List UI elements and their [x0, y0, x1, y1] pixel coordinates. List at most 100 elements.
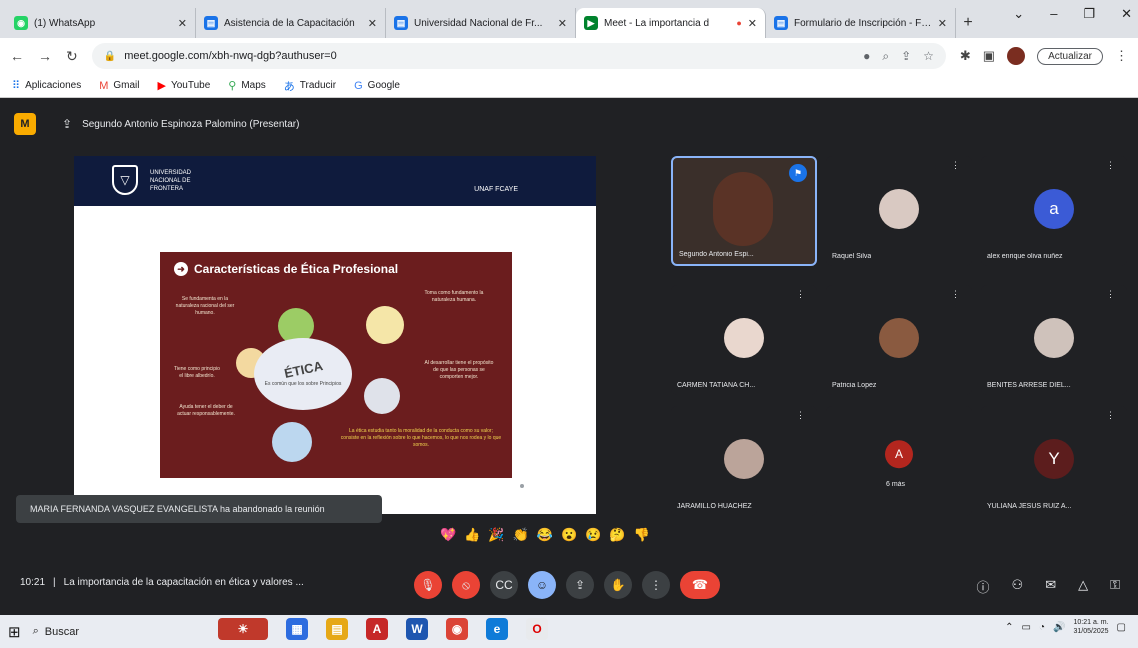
- chat-icon[interactable]: ✉: [1045, 577, 1056, 596]
- participant-tile[interactable]: ⋮ BENITES ARRESE DIEL...: [981, 285, 1127, 395]
- forms-icon: ▤: [204, 16, 218, 30]
- participant-tile[interactable]: ⚑ Segundo Antonio Espi...: [671, 156, 817, 266]
- participant-tile[interactable]: ⋮ Raquel Silva: [826, 156, 972, 266]
- taskbar-search[interactable]: ⌕ Buscar: [33, 625, 183, 638]
- leave-call-button[interactable]: ☎: [680, 571, 720, 599]
- url-field[interactable]: 🔒 meet.google.com/xbh-nwq-dgb?authuser=0…: [91, 43, 946, 69]
- file-explorer-icon[interactable]: ▤: [326, 618, 348, 640]
- reload-icon[interactable]: ↻: [66, 48, 78, 65]
- close-window-icon[interactable]: ✕: [1121, 6, 1132, 22]
- more-options-button[interactable]: ⋮: [642, 571, 670, 599]
- reaction-laugh-button[interactable]: 😂: [537, 527, 553, 543]
- more-options-icon[interactable]: ⋮: [796, 289, 805, 300]
- windows-start-icon[interactable]: ⊞: [8, 623, 21, 641]
- chevron-up-icon[interactable]: ⌃: [1005, 622, 1013, 633]
- close-icon[interactable]: ✕: [748, 17, 757, 30]
- captions-button[interactable]: CC: [490, 571, 518, 599]
- volume-icon[interactable]: 🔊: [1053, 622, 1065, 633]
- update-button[interactable]: Actualizar: [1037, 47, 1103, 65]
- reaction-thumbsdown-button[interactable]: 👎: [634, 527, 650, 543]
- notifications-icon[interactable]: ▢: [1117, 622, 1126, 633]
- reaction-party-button[interactable]: 🎉: [488, 527, 504, 543]
- participant-name: 6 más: [886, 481, 906, 488]
- camera-indicator-icon[interactable]: ●: [863, 49, 870, 64]
- close-icon[interactable]: ✕: [558, 17, 567, 30]
- close-icon[interactable]: ✕: [938, 17, 947, 30]
- browser-tab[interactable]: ▤ Universidad Nacional de Fr... ✕: [386, 8, 576, 38]
- youtube-icon: ▶: [157, 80, 166, 92]
- bookmark-translate[interactable]: あ Traducir: [284, 78, 336, 94]
- more-options-icon[interactable]: ⋮: [1106, 160, 1115, 171]
- browser-tab[interactable]: ▤ Formulario de Inscripción - Form... ✕: [766, 8, 956, 38]
- activities-icon[interactable]: △: [1078, 577, 1088, 596]
- mic-off-button[interactable]: 🎙: [414, 571, 442, 599]
- battery-icon[interactable]: ▭: [1022, 622, 1031, 633]
- close-icon[interactable]: ✕: [368, 17, 377, 30]
- bookmark-apps[interactable]: ⠿ Aplicaciones: [12, 79, 81, 92]
- tab-search-icon[interactable]: ⌄: [1013, 6, 1024, 22]
- browser-tab[interactable]: ▤ Asistencia de la Capacitación ✕: [196, 8, 386, 38]
- header-right-text: UNAF FCAYE: [474, 186, 518, 193]
- acrobat-icon[interactable]: A: [366, 618, 388, 640]
- bookmark-youtube[interactable]: ▶ YouTube: [158, 79, 211, 92]
- raise-hand-button[interactable]: ✋: [604, 571, 632, 599]
- zoom-icon[interactable]: ⌕: [882, 49, 889, 64]
- maximize-icon[interactable]: ❐: [1083, 6, 1095, 22]
- more-options-icon[interactable]: ⋮: [796, 410, 805, 421]
- participant-tile[interactable]: ⋮ JARAMILLO HUACHEZ: [671, 406, 817, 516]
- reaction-sad-button[interactable]: 😢: [585, 527, 601, 543]
- participant-tile[interactable]: ⋮ a alex enrique oliva nuñez: [981, 156, 1127, 266]
- reaction-heart-button[interactable]: 💖: [440, 527, 456, 543]
- close-icon[interactable]: ✕: [178, 17, 187, 30]
- host-controls-icon[interactable]: ⚿: [1110, 577, 1120, 596]
- edge-icon[interactable]: e: [486, 618, 508, 640]
- bookmark-maps[interactable]: ⚲ Maps: [228, 79, 266, 92]
- url-text: meet.google.com/xbh-nwq-dgb?authuser=0: [124, 50, 337, 62]
- reaction-clap-button[interactable]: 👏: [513, 527, 529, 543]
- pin-icon[interactable]: ⚑: [789, 164, 807, 182]
- participant-avatar: a: [1034, 189, 1074, 230]
- participant-tile-more[interactable]: A 6 más: [826, 406, 972, 516]
- present-button[interactable]: ⇪: [566, 571, 594, 599]
- opera-icon[interactable]: O: [526, 618, 548, 640]
- bookmark-star-icon[interactable]: ☆: [923, 49, 934, 64]
- task-view-icon[interactable]: ▦: [286, 618, 308, 640]
- chrome-icon[interactable]: ◉: [446, 618, 468, 640]
- minimize-icon[interactable]: –: [1050, 6, 1057, 22]
- sidepanel-icon[interactable]: ▣: [983, 48, 995, 64]
- bookmark-google[interactable]: G Google: [354, 80, 400, 92]
- more-options-icon[interactable]: ⋮: [1106, 410, 1115, 421]
- network-icon[interactable]: ◔: [1039, 622, 1045, 633]
- news-widget-icon[interactable]: ☀: [218, 618, 268, 640]
- participant-tile[interactable]: ⋮ Patricia Lopez: [826, 285, 972, 395]
- reaction-thumbsup-button[interactable]: 👍: [464, 527, 480, 543]
- participant-name: Patricia Lopez: [832, 382, 877, 389]
- browser-tab[interactable]: ◉ (1) WhatsApp ✕: [6, 8, 196, 38]
- browser-tab-active[interactable]: ▶ Meet - La importancia d ● ✕: [576, 8, 766, 38]
- reaction-surprised-button[interactable]: 😮: [561, 527, 577, 543]
- infographic: ➜ Características de Ética Profesional S…: [160, 252, 512, 478]
- share-icon[interactable]: ⇪: [901, 49, 911, 64]
- word-icon[interactable]: W: [406, 618, 428, 640]
- more-options-icon[interactable]: ⋮: [1106, 289, 1115, 300]
- participant-tile[interactable]: ⋮ CARMEN TATIANA CH...: [671, 285, 817, 395]
- forward-icon[interactable]: →: [38, 48, 52, 64]
- people-icon[interactable]: ⚇: [1012, 577, 1024, 596]
- more-options-icon[interactable]: ⋮: [951, 160, 960, 171]
- infographic-highlight: La ética estudia tanto la moralidad de l…: [340, 428, 502, 448]
- participant-tile[interactable]: ⋮ Y YULIANA JESUS RUIZ A...: [981, 406, 1127, 516]
- new-tab-button[interactable]: +: [956, 8, 980, 38]
- camera-off-button[interactable]: ⦸: [452, 571, 480, 599]
- clock[interactable]: 10:21 a. m. 31/05/2025: [1074, 618, 1109, 636]
- clock-date: 31/05/2025: [1073, 628, 1109, 635]
- gmail-icon: M: [99, 79, 109, 92]
- extensions-icon[interactable]: ✱: [960, 48, 971, 64]
- reaction-thinking-button[interactable]: 🤔: [609, 527, 625, 543]
- profile-avatar[interactable]: [1007, 47, 1026, 65]
- info-icon[interactable]: ⓘ: [977, 577, 990, 596]
- reactions-button[interactable]: ☺: [528, 571, 556, 599]
- more-options-icon[interactable]: ⋮: [951, 289, 960, 300]
- bookmark-gmail[interactable]: M Gmail: [99, 80, 139, 92]
- menu-icon[interactable]: ⋮: [1115, 48, 1128, 64]
- back-icon[interactable]: ←: [10, 48, 24, 64]
